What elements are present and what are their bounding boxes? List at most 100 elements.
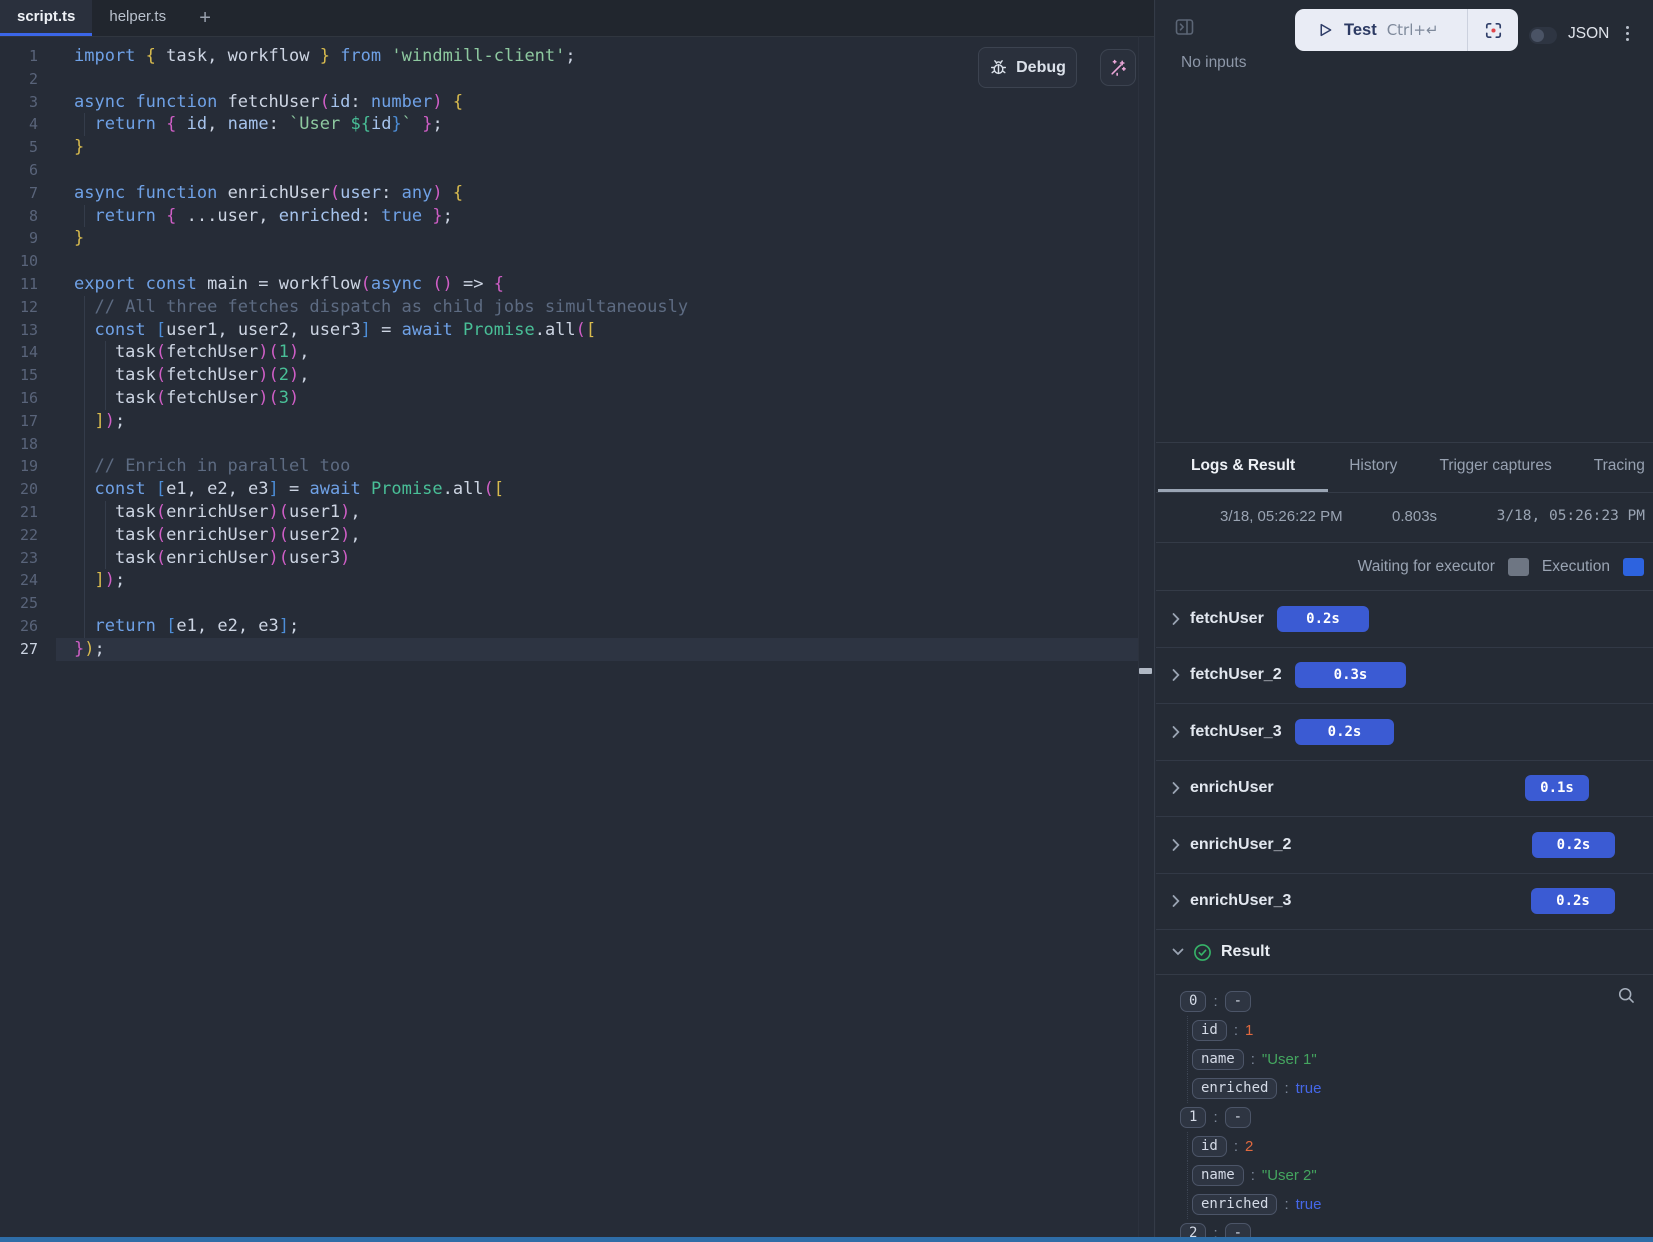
line-number: 3 [0, 91, 38, 114]
code-line[interactable]: 19 // Enrich in parallel too [0, 455, 1154, 478]
timeline-row-enrichUser_2[interactable]: enrichUser_20.2s [1156, 817, 1653, 874]
json-colon: : [1213, 1109, 1217, 1126]
json-colon: : [1213, 993, 1217, 1010]
new-tab-button[interactable]: + [183, 0, 227, 36]
line-number: 1 [0, 45, 38, 68]
code-line[interactable]: 21 task(enrichUser)(user1), [0, 501, 1154, 524]
timeline-row-enrichUser[interactable]: enrichUser0.1s [1156, 761, 1653, 818]
chevron-right-icon [1172, 669, 1180, 682]
json-value: 2 [1245, 1138, 1253, 1155]
code-line[interactable]: 25 [0, 592, 1154, 615]
json-key-badge[interactable]: enriched [1192, 1194, 1277, 1215]
editor-tab-script.ts[interactable]: script.ts [0, 0, 92, 36]
code-line[interactable]: 6 [0, 159, 1154, 182]
code-line[interactable]: 13 const [user1, user2, user3] = await P… [0, 319, 1154, 342]
code-line[interactable]: 23 task(enrichUser)(user3) [0, 547, 1154, 570]
code-line[interactable]: 22 task(enrichUser)(user2), [0, 524, 1154, 547]
code-line[interactable]: 24 ]); [0, 569, 1154, 592]
json-key-badge[interactable]: name [1192, 1165, 1244, 1186]
panel-tab-trigger-captures[interactable]: Trigger captures [1418, 443, 1572, 492]
line-number: 9 [0, 227, 38, 250]
json-value: "User 1" [1262, 1051, 1317, 1068]
ai-assistant-button[interactable] [1100, 49, 1136, 86]
no-inputs-label: No inputs [1181, 54, 1246, 72]
code-line[interactable]: 14 task(fetchUser)(1), [0, 341, 1154, 364]
code-line[interactable]: 26 return [e1, e2, e3]; [0, 615, 1154, 638]
line-number: 20 [0, 478, 38, 501]
line-number: 13 [0, 319, 38, 342]
code-line[interactable]: 27}); [0, 638, 1154, 661]
search-result-icon[interactable] [1616, 985, 1637, 1010]
app-window: script.tshelper.ts+ 1import { task, work… [0, 0, 1653, 1242]
test-button[interactable]: Test Ctrl+↵ [1295, 9, 1467, 51]
task-name: enrichUser_2 [1190, 836, 1291, 854]
code-line[interactable]: 8 return { ...user, enriched: true }; [0, 205, 1154, 228]
bottom-resize-bar[interactable] [0, 1237, 1653, 1242]
test-button-group: Test Ctrl+↵ [1295, 9, 1518, 51]
line-number: 11 [0, 273, 38, 296]
code-line[interactable]: 5} [0, 136, 1154, 159]
run-panel: No inputs Test Ctrl+↵ [1156, 0, 1653, 1242]
editor-tab-helper.ts[interactable]: helper.ts [92, 0, 183, 36]
code-area[interactable]: 1import { task, workflow } from 'windmil… [0, 37, 1154, 661]
line-number: 6 [0, 159, 38, 182]
timeline-row-fetchUser[interactable]: fetchUser 0.2s [1156, 591, 1653, 648]
code-line[interactable]: 11export const main = workflow(async () … [0, 273, 1154, 296]
overview-ruler[interactable] [1138, 36, 1153, 1242]
editor-tab-bar: script.tshelper.ts+ [0, 0, 1154, 37]
debug-button[interactable]: Debug [978, 47, 1077, 88]
result-row-0: 0:- [1156, 987, 1653, 1016]
duration-badge: 0.3s [1295, 662, 1406, 688]
task-name: fetchUser_2 [1190, 666, 1282, 684]
result-section-header[interactable]: Result [1156, 930, 1653, 975]
code-line[interactable]: 12 // All three fetches dispatch as chil… [0, 296, 1154, 319]
code-line[interactable]: 3async function fetchUser(id: number) { [0, 91, 1154, 114]
timeline-row-enrichUser_3[interactable]: enrichUser_30.2s [1156, 874, 1653, 931]
line-number: 14 [0, 341, 38, 364]
panel-tab-tracing[interactable]: Tracing [1573, 443, 1653, 492]
json-key-badge[interactable]: 0 [1180, 991, 1206, 1012]
chevron-right-icon [1172, 612, 1180, 625]
code-line[interactable]: 7async function enrichUser(user: any) { [0, 182, 1154, 205]
panel-tab-history[interactable]: History [1328, 443, 1418, 492]
task-name: fetchUser [1190, 610, 1264, 628]
code-line[interactable]: 20 const [e1, e2, e3] = await Promise.al… [0, 478, 1154, 501]
test-scan-button[interactable] [1468, 9, 1518, 51]
json-view-toggle[interactable] [1529, 27, 1557, 44]
timeline-row-fetchUser_3[interactable]: fetchUser_30.2s [1156, 704, 1653, 761]
code-line[interactable]: 10 [0, 250, 1154, 273]
collapse-toggle-badge[interactable]: - [1225, 991, 1251, 1012]
result-row-enriched: enriched:true [1187, 1074, 1653, 1103]
json-colon: : [1234, 1138, 1238, 1155]
collapse-panel-button[interactable] [1175, 18, 1194, 41]
json-key-badge[interactable]: 1 [1180, 1107, 1206, 1128]
duration-badge: 0.2s [1277, 606, 1369, 632]
line-number: 10 [0, 250, 38, 273]
code-line[interactable]: 4 return { id, name: `User ${id}` }; [0, 113, 1154, 136]
panel-tab-logs-result[interactable]: Logs & Result [1158, 443, 1328, 492]
line-number: 17 [0, 410, 38, 433]
json-key-badge[interactable]: enriched [1192, 1078, 1277, 1099]
code-line[interactable]: 15 task(fetchUser)(2), [0, 364, 1154, 387]
legend-label: Waiting for executor [1358, 558, 1495, 576]
timeline-legend: Waiting for executorExecution [1156, 543, 1653, 591]
cursor-position-marker [1139, 668, 1152, 674]
collapse-toggle-badge[interactable]: - [1225, 1107, 1251, 1128]
json-key-badge[interactable]: name [1192, 1049, 1244, 1070]
json-key-badge[interactable]: id [1192, 1136, 1227, 1157]
json-colon: : [1234, 1022, 1238, 1039]
code-line[interactable]: 17 ]); [0, 410, 1154, 433]
toggle-knob [1531, 29, 1544, 42]
task-name: fetchUser_3 [1190, 723, 1282, 741]
result-row-name: name:"User 2" [1187, 1161, 1653, 1190]
timeline-row-fetchUser_2[interactable]: fetchUser_2 0.3s [1156, 648, 1653, 705]
result-json-viewer: 0:-id:1name:"User 1"enriched:true1:-id:2… [1156, 975, 1653, 1242]
json-key-badge[interactable]: id [1192, 1020, 1227, 1041]
more-options-menu[interactable] [1624, 24, 1631, 43]
success-check-icon [1193, 943, 1212, 962]
code-line[interactable]: 16 task(fetchUser)(3) [0, 387, 1154, 410]
line-number: 5 [0, 136, 38, 159]
code-line[interactable]: 18 [0, 433, 1154, 456]
result-row-1: 1:- [1156, 1103, 1653, 1132]
code-line[interactable]: 9} [0, 227, 1154, 250]
